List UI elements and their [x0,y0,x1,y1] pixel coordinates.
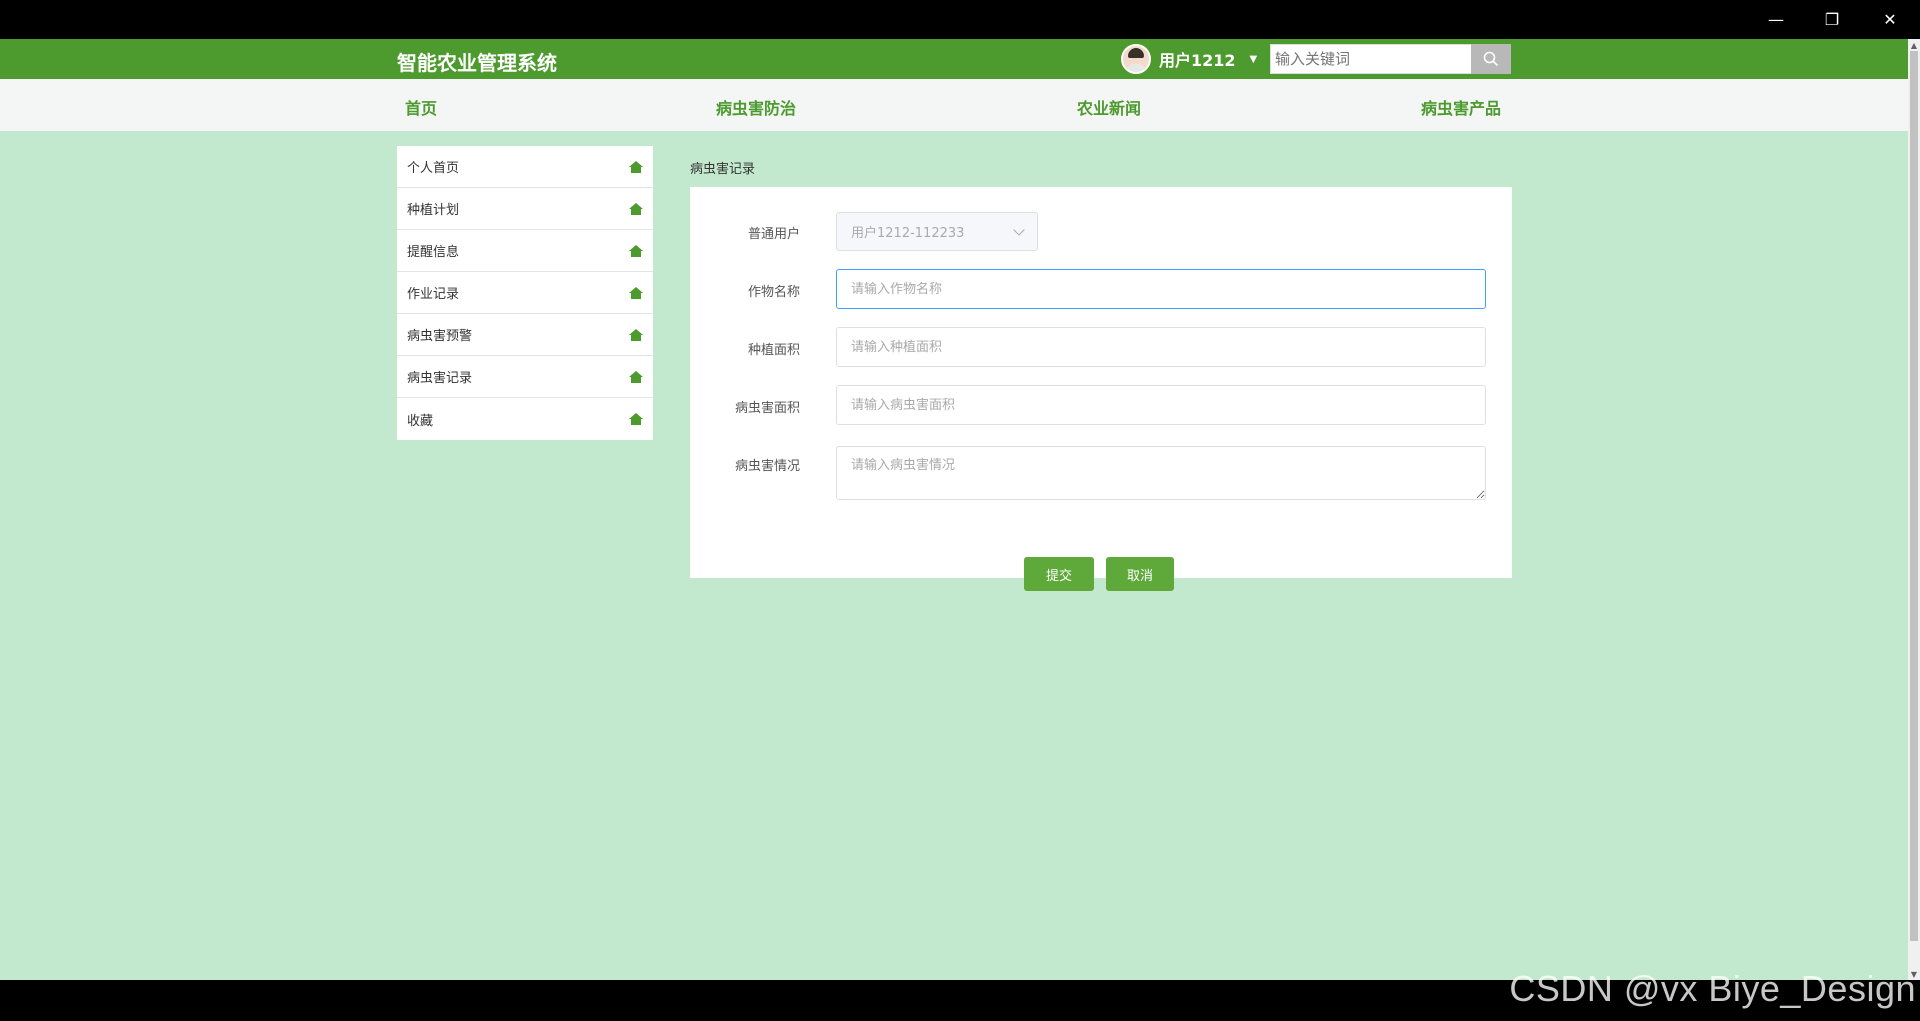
area-label: 种植面积 [747,343,800,358]
watermark: CSDN @vx Biye_Design [1509,968,1916,1009]
sidebar: 个人首页 种植计划 提醒信息 作业记录 病虫害预警 病虫害记录 收藏 [397,146,653,440]
vertical-scrollbar[interactable]: ▲ ▼ [1908,39,1920,980]
avatar[interactable] [1121,44,1151,74]
home-icon [629,244,643,257]
pest-area-label: 病虫害面积 [734,401,800,416]
nav-item-home[interactable]: 首页 [405,95,437,119]
user-label: 普通用户 [747,227,800,242]
search-input[interactable] [1270,44,1472,74]
sidebar-item-planting-plan[interactable]: 种植计划 [397,188,653,230]
sidebar-item-label: 病虫害预警 [407,329,473,344]
pest-record-form: 普通用户 用户1212-112233 作物名称 种植面积 病虫害面积 病虫害情况… [690,187,1512,591]
page-viewport: 智能农业管理系统 用户1212 ▼ 首页 病虫害防治 农业新闻 病虫害产品 个人… [0,39,1908,980]
user-menu[interactable]: 用户1212 ▼ [1121,44,1257,74]
scroll-up-icon[interactable]: ▲ [1908,39,1920,51]
user-select[interactable]: 用户1212-112233 [836,212,1038,251]
user-select-value: 用户1212-112233 [851,226,965,241]
search-button[interactable] [1471,44,1511,74]
scroll-thumb[interactable] [1910,51,1918,941]
home-icon [629,413,643,425]
crop-name-input[interactable] [836,269,1486,309]
home-icon [629,202,643,215]
pest-situation-textarea[interactable] [836,446,1486,500]
sidebar-item-label: 病虫害记录 [407,371,473,386]
cancel-button[interactable]: 取消 [1106,557,1174,591]
caret-down-icon[interactable]: ▼ [1250,54,1258,65]
sidebar-item-favorites[interactable]: 收藏 [397,398,653,440]
sidebar-item-label: 作业记录 [407,287,460,302]
sidebar-item-pest-warning[interactable]: 病虫害预警 [397,314,653,356]
nav-item-pest-control[interactable]: 病虫害防治 [716,95,796,119]
chevron-down-icon [1013,223,1025,236]
nav-item-pest-products[interactable]: 病虫害产品 [1421,95,1501,119]
window-titlebar: — ❐ ✕ [0,0,1920,39]
main-nav: 首页 病虫害防治 农业新闻 病虫害产品 [0,79,1908,131]
sidebar-item-label: 个人首页 [407,161,460,176]
pest-area-input[interactable] [836,385,1486,425]
crop-label: 作物名称 [747,285,800,300]
home-icon [629,328,643,341]
minimize-button[interactable]: — [1748,0,1804,39]
top-header: 智能农业管理系统 用户1212 ▼ [0,39,1908,79]
planting-area-input[interactable] [836,327,1486,367]
pest-situation-label: 病虫害情况 [734,459,800,474]
username[interactable]: 用户1212 [1159,47,1236,71]
sidebar-item-label: 收藏 [407,413,434,429]
app-title: 智能农业管理系统 [397,51,557,75]
home-icon [629,370,643,383]
home-icon [629,160,643,173]
sidebar-item-work-records[interactable]: 作业记录 [397,272,653,314]
submit-button[interactable]: 提交 [1024,557,1094,591]
sidebar-item-label: 提醒信息 [407,245,460,260]
restore-button[interactable]: ❐ [1804,0,1860,39]
sidebar-item-pest-records[interactable]: 病虫害记录 [397,356,653,398]
nav-item-agri-news[interactable]: 农业新闻 [1077,95,1141,119]
close-button[interactable]: ✕ [1862,0,1918,39]
breadcrumb: 病虫害记录 [690,162,756,177]
sidebar-item-reminders[interactable]: 提醒信息 [397,230,653,272]
home-icon [629,286,643,299]
sidebar-item-profile[interactable]: 个人首页 [397,146,653,188]
sidebar-item-label: 种植计划 [407,203,460,218]
search-icon [1483,51,1499,67]
